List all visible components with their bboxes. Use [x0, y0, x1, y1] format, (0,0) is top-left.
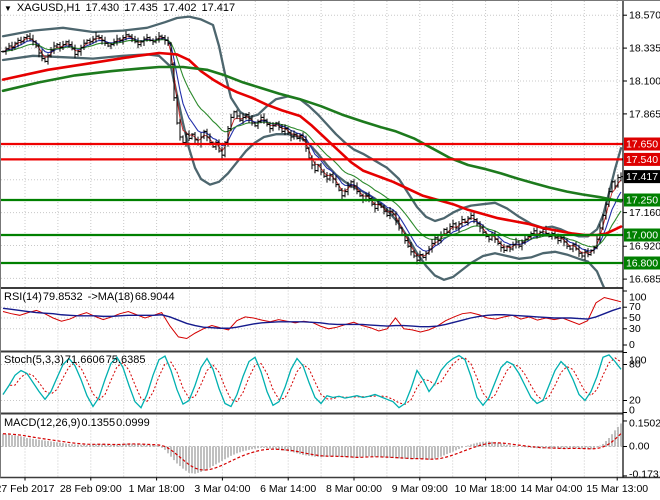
- macd-axis-label: -0.1731: [629, 469, 660, 481]
- macd-axis-label: 0.1502: [629, 418, 660, 430]
- macd-axis-label: 0.00: [629, 441, 650, 453]
- stoch-axis-label: 80: [629, 359, 641, 371]
- rsi-axis-label: 30: [629, 323, 641, 335]
- price-axis-label: 16.685: [629, 274, 660, 286]
- time-axis-label: 6 Mar 14:00: [260, 483, 316, 495]
- stoch-axis-label: 0: [629, 405, 635, 417]
- time-axis-label: 3 Mar 04:00: [194, 483, 250, 495]
- macd-panel[interactable]: [1, 416, 622, 477]
- price-axis-label: 18.335: [629, 43, 660, 55]
- time-axis[interactable]: 27 Feb 2017 28 Feb 09:00 1 Mar 18:00 3 Mar …: [0, 478, 648, 496]
- time-axis-label: 9 Mar 09:00: [392, 483, 448, 495]
- price-badge-label: 17.000: [626, 230, 658, 242]
- price-axis-label: 18.100: [629, 76, 660, 88]
- stoch-signal-line: [3, 358, 621, 404]
- stoch-panel[interactable]: [1, 354, 622, 413]
- rsi-panel[interactable]: [1, 291, 622, 351]
- price-axis-label: 17.865: [629, 108, 660, 120]
- time-axis-label: 28 Feb 09:00: [60, 483, 122, 495]
- time-axis-label: 8 Mar 00:00: [326, 483, 382, 495]
- price-badge-label: 17.417: [626, 171, 658, 183]
- symbol-dropdown-icon[interactable]: ▼: [4, 4, 12, 13]
- main-panel[interactable]: [0, 1, 623, 319]
- time-axis-label: 15 Mar 13:00: [586, 483, 648, 495]
- time-axis-label: 14 Mar 04:00: [520, 483, 582, 495]
- price-axis-label: 18.570: [629, 10, 660, 22]
- price-badge-label: 17.650: [626, 139, 658, 151]
- rsi-ma-line: [3, 308, 621, 329]
- rsi-main-line: [3, 297, 621, 338]
- price-axis-label: 16.920: [629, 241, 660, 253]
- chart-canvas[interactable]: 18.570 18.335 18.100 17.865 17.160 16.920 16.6…: [0, 0, 660, 500]
- time-axis-label: 27 Feb 2017: [0, 483, 55, 495]
- price-axis[interactable]: 18.570 18.335 18.100 17.865 17.160 16.920 16.6…: [623, 10, 660, 481]
- ma-green-line: [3, 67, 621, 201]
- band-lower-line: [3, 54, 621, 319]
- trading-chart-window: 18.570 18.335 18.100 17.865 17.160 16.920 16.6…: [0, 0, 660, 500]
- time-axis-label: 1 Mar 18:00: [129, 483, 185, 495]
- time-axis-label: 10 Mar 18:00: [455, 483, 517, 495]
- price-badge-label: 17.250: [626, 195, 658, 207]
- price-badge-label: 16.800: [626, 258, 658, 270]
- price-badge-label: 17.540: [626, 154, 658, 166]
- rsi-axis-label: 0: [629, 339, 635, 351]
- price-axis-label: 17.160: [629, 207, 660, 219]
